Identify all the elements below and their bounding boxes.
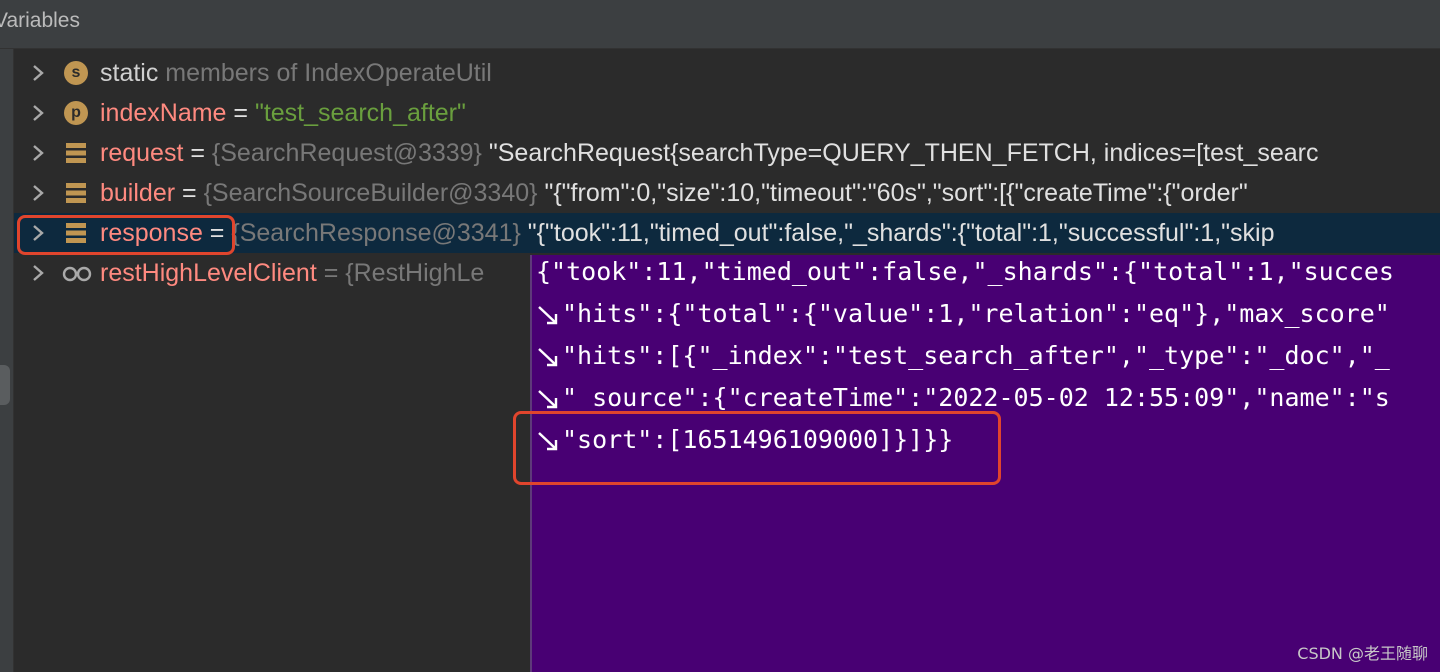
chevron-right-icon[interactable]	[28, 183, 48, 203]
row-equals: =	[316, 259, 346, 287]
static-members-icon: s	[64, 61, 88, 85]
row-type: {SearchResponse@3341}	[231, 219, 521, 247]
popup-line: "hits":{"total":{"value":1,"relation":"e…	[536, 299, 1390, 328]
popup-line: "hits":[{"_index":"test_search_after","_…	[536, 341, 1390, 370]
panel-title: Variables	[0, 9, 80, 32]
row-value: "{"from":0,"size":10,"timeout":"60s","so…	[537, 179, 1248, 207]
row-name: static	[100, 59, 159, 87]
chevron-right-icon[interactable]	[28, 63, 48, 83]
row-value: "{"took":11,"timed_out":false,"_shards":…	[520, 219, 1275, 247]
row-name: request	[100, 139, 184, 167]
chevron-right-icon[interactable]	[28, 103, 48, 123]
soft-wrap-icon	[538, 306, 558, 325]
row-value: "SearchRequest{searchType=QUERY_THEN_FET…	[481, 139, 1319, 167]
field-icon	[66, 183, 86, 203]
row-type: {SearchSourceBuilder@3340}	[203, 179, 538, 207]
tree-row-request[interactable]: request = {SearchRequest@3339} "SearchRe…	[14, 133, 1440, 173]
row-equals: =	[226, 99, 255, 127]
row-equals: =	[183, 139, 212, 167]
row-type: {RestHighLe	[345, 259, 485, 287]
row-name: indexName	[100, 99, 227, 127]
variables-panel-header: Variables	[0, 0, 1440, 49]
parameter-icon: p	[64, 101, 88, 125]
watch-glasses-icon	[62, 266, 92, 282]
chevron-right-icon[interactable]	[28, 143, 48, 163]
tree-row-static[interactable]: s static members of IndexOperateUtil	[14, 53, 1440, 93]
left-gutter	[0, 49, 14, 672]
soft-wrap-icon	[538, 348, 558, 367]
chevron-right-icon[interactable]	[28, 263, 48, 283]
field-icon	[66, 143, 86, 163]
row-name: restHighLevelClient	[100, 259, 317, 287]
tree-row-builder[interactable]: builder = {SearchSourceBuilder@3340} "{"…	[14, 173, 1440, 213]
row-type: {SearchRequest@3339}	[211, 139, 482, 167]
collapsed-tool-tab[interactable]	[0, 365, 10, 405]
row-value: "test_search_after"	[254, 99, 466, 127]
soft-wrap-icon	[538, 390, 558, 409]
popup-line: {"took":11,"timed_out":false,"_shards":{…	[536, 257, 1394, 286]
row-type: members of IndexOperateUtil	[158, 59, 492, 87]
popup-line: "_source":{"createTime":"2022-05-02 12:5…	[536, 383, 1390, 412]
sort-highlight-box	[513, 411, 1001, 485]
tree-row-indexname[interactable]: p indexName = "test_search_after"	[14, 93, 1440, 133]
response-highlight-box	[17, 215, 235, 255]
row-equals: =	[175, 179, 204, 207]
row-name: builder	[100, 179, 176, 207]
watermark: CSDN @老王随聊	[1297, 644, 1428, 663]
